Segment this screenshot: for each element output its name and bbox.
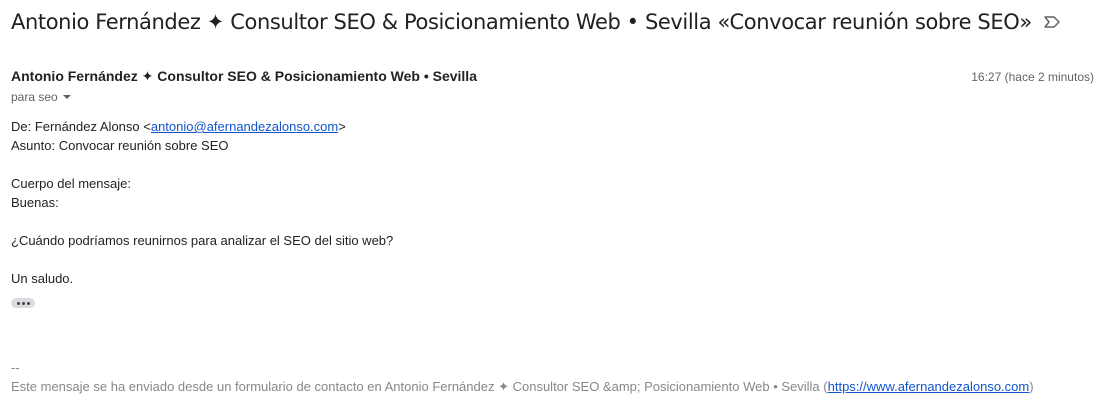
signature-prefix: Este mensaje se ha enviado desde un form… bbox=[11, 379, 828, 394]
message-body: De: Fernández Alonso <antonio@afernandez… bbox=[11, 117, 393, 288]
subject-row: Antonio Fernández ✦ Consultor SEO & Posi… bbox=[11, 10, 1061, 34]
show-trimmed-content-button[interactable] bbox=[11, 298, 35, 308]
more-horizontal-icon bbox=[26, 301, 30, 305]
recipient-details-toggle[interactable]: para seo bbox=[11, 90, 71, 104]
sender-name[interactable]: Antonio Fernández ✦ Consultor SEO & Posi… bbox=[11, 68, 477, 85]
from-prefix: De: Fernández Alonso < bbox=[11, 119, 151, 134]
question-text: ¿Cuándo podríamos reunirnos para analiza… bbox=[11, 233, 394, 248]
from-suffix: > bbox=[338, 119, 346, 134]
more-horizontal-icon bbox=[16, 301, 20, 305]
from-email-link[interactable]: antonio@afernandezalonso.com bbox=[151, 119, 338, 134]
body-heading: Cuerpo del mensaje: bbox=[11, 176, 131, 191]
recipient-label: para seo bbox=[11, 90, 58, 104]
email-subject: Antonio Fernández ✦ Consultor SEO & Posi… bbox=[11, 10, 1032, 34]
closing-text: Un saludo. bbox=[11, 271, 74, 286]
signature-separator: -- bbox=[11, 360, 20, 375]
greeting: Buenas: bbox=[11, 195, 59, 210]
label-arrow-icon[interactable] bbox=[1043, 15, 1061, 29]
signature-suffix: ) bbox=[1029, 379, 1034, 394]
signature-text: Este mensaje se ha enviado desde un form… bbox=[11, 377, 1034, 396]
subject-line: Asunto: Convocar reunión sobre SEO bbox=[11, 138, 229, 153]
website-link[interactable]: https://www.afernandezalonso.com bbox=[828, 379, 1030, 394]
message-timestamp: 16:27 (hace 2 minutos) bbox=[971, 70, 1094, 84]
sender-row: Antonio Fernández ✦ Consultor SEO & Posi… bbox=[11, 68, 1094, 85]
email-signature: -- Este mensaje se ha enviado desde un f… bbox=[11, 358, 1034, 396]
more-horizontal-icon bbox=[21, 301, 25, 305]
from-line: De: Fernández Alonso <antonio@afernandez… bbox=[11, 117, 393, 136]
chevron-down-icon[interactable] bbox=[62, 95, 71, 99]
